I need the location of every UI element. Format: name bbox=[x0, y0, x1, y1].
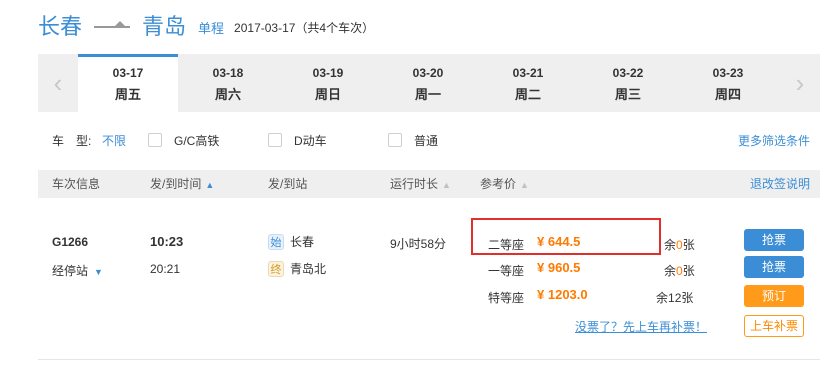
stops-label: 经停站 bbox=[52, 264, 89, 278]
filter-option-d[interactable]: D动车 bbox=[268, 132, 388, 149]
date-tab-0320[interactable]: 03-20 周一 bbox=[378, 54, 478, 112]
date-tab-0323[interactable]: 03-23 周四 bbox=[678, 54, 778, 112]
date-label: 03-18 bbox=[212, 66, 244, 80]
trip-info: 2017-03-17（共4个车次） bbox=[234, 20, 375, 35]
from-city: 长春 bbox=[38, 14, 83, 39]
chevron-left-icon[interactable]: ‹ bbox=[40, 54, 76, 112]
to-city: 青岛 bbox=[142, 14, 187, 39]
sort-icon: ▲ bbox=[442, 180, 451, 190]
train-type-filter: 车 型: 不限 G/C高铁 D动车 普通 更多筛选条件 bbox=[38, 128, 820, 152]
date-tab-0319[interactable]: 03-19 周日 bbox=[278, 54, 378, 112]
col-time[interactable]: 发/到时间 ▲ bbox=[150, 170, 214, 199]
remain-count: 0 bbox=[676, 238, 683, 252]
seat-class: 特等座 bbox=[488, 291, 525, 305]
checkbox[interactable] bbox=[148, 133, 162, 147]
filter-option-normal[interactable]: 普通 bbox=[388, 132, 508, 149]
weekday-label: 周五 bbox=[114, 87, 141, 102]
arrival-station: 终青岛北 bbox=[268, 260, 326, 277]
date-label: 03-21 bbox=[512, 66, 544, 80]
remain-count: 12 bbox=[668, 291, 682, 305]
weekday-label: 周日 bbox=[314, 87, 341, 102]
filter-all-link[interactable]: 不限 bbox=[102, 132, 148, 149]
train-number: G1266 bbox=[52, 235, 89, 249]
date-tab-0317[interactable]: 03-17 周五 bbox=[78, 54, 178, 112]
price-value: 1203.0 bbox=[547, 287, 588, 302]
date-label: 03-19 bbox=[312, 66, 344, 80]
remain-prefix: 余 bbox=[664, 238, 677, 252]
weekday-label: 周六 bbox=[214, 87, 241, 102]
date-label: 03-17 bbox=[112, 66, 144, 80]
refund-policy-link[interactable]: 退改签说明 bbox=[750, 170, 810, 198]
table-header: 车次信息 发/到时间 ▲ 发/到站 运行时长 ▲ 参考价 ▲ 退改签说明 bbox=[38, 170, 820, 198]
weekday-label: 周三 bbox=[614, 87, 641, 102]
date-tab-0322[interactable]: 03-22 周三 bbox=[578, 54, 678, 112]
book-button[interactable]: 预订 bbox=[744, 285, 804, 307]
weekday-label: 周一 bbox=[414, 87, 441, 102]
price-value: 960.5 bbox=[547, 260, 581, 275]
remain-prefix: 余 bbox=[656, 291, 669, 305]
col-price-label: 参考价 bbox=[480, 177, 517, 191]
route-arrow-icon bbox=[94, 21, 131, 28]
sort-up-icon: ▲ bbox=[205, 180, 215, 190]
trip-type-link[interactable]: 单程 bbox=[198, 18, 224, 37]
highlight-box bbox=[471, 218, 661, 255]
stops-dropdown[interactable]: 经停站 ▼ bbox=[52, 262, 103, 279]
remain-suffix: 张 bbox=[682, 238, 695, 252]
filter-label: 车 型: bbox=[52, 133, 92, 148]
caret-down-icon: ▼ bbox=[94, 267, 103, 277]
remain-suffix: 张 bbox=[682, 264, 695, 278]
route-header: 长春 青岛 单程 2017-03-17（共4个车次） bbox=[38, 8, 374, 42]
col-duration[interactable]: 运行时长 ▲ bbox=[390, 170, 451, 199]
end-station-tag: 终 bbox=[268, 261, 284, 277]
option-label: 普通 bbox=[414, 133, 439, 148]
col-station: 发/到站 bbox=[268, 177, 308, 191]
seat-class: 一等座 bbox=[488, 264, 525, 278]
remain-suffix: 张 bbox=[681, 291, 694, 305]
currency: ¥ bbox=[537, 260, 545, 275]
seat-remaining: 余0张 bbox=[664, 262, 695, 279]
arrival-time: 20:21 bbox=[150, 262, 181, 276]
seat-price: ¥ 1203.0 bbox=[537, 287, 588, 302]
col-duration-label: 运行时长 bbox=[390, 177, 439, 191]
departure-station: 始长春 bbox=[268, 233, 314, 250]
date-label: 03-23 bbox=[712, 66, 744, 80]
sort-icon: ▲ bbox=[520, 180, 529, 190]
date-tab-0318[interactable]: 03-18 周六 bbox=[178, 54, 278, 112]
checkbox[interactable] bbox=[388, 133, 402, 147]
more-filters-link[interactable]: 更多筛选条件 bbox=[738, 132, 810, 149]
date-tab-0321[interactable]: 03-21 周二 bbox=[478, 54, 578, 112]
col-time-label: 发/到时间 bbox=[150, 177, 202, 191]
seat-remaining: 余12张 bbox=[656, 289, 693, 306]
weekday-label: 周四 bbox=[714, 87, 741, 102]
no-ticket-link[interactable]: 没票了？先上车再补票！ bbox=[575, 318, 707, 335]
weekday-label: 周二 bbox=[514, 87, 541, 102]
start-station-tag: 始 bbox=[268, 234, 284, 250]
chevron-right-icon[interactable]: › bbox=[782, 54, 818, 112]
currency: ¥ bbox=[537, 287, 545, 302]
date-label: 03-20 bbox=[412, 66, 444, 80]
checkbox[interactable] bbox=[268, 133, 282, 147]
train-row: G1266 经停站 ▼ 10:23 20:21 始长春 终青岛北 9小时58分 二… bbox=[38, 198, 820, 360]
arrival-station-name: 青岛北 bbox=[290, 262, 327, 276]
filter-option-gc[interactable]: G/C高铁 bbox=[148, 132, 268, 149]
departure-station-name: 长春 bbox=[290, 235, 315, 249]
option-label: D动车 bbox=[294, 133, 327, 148]
duration: 9小时58分 bbox=[390, 237, 447, 251]
seat-price: ¥ 960.5 bbox=[537, 260, 580, 275]
remain-prefix: 余 bbox=[664, 264, 677, 278]
seat-remaining: 余0张 bbox=[664, 236, 695, 253]
col-price[interactable]: 参考价 ▲ bbox=[480, 170, 529, 199]
board-then-buy-button[interactable]: 上车补票 bbox=[744, 315, 804, 337]
col-train-info: 车次信息 bbox=[52, 177, 101, 191]
date-label: 03-22 bbox=[612, 66, 644, 80]
departure-time: 10:23 bbox=[150, 234, 184, 249]
date-selector: ‹ 03-17 周五 03-18 周六 03-19 周日 03-20 周一 03… bbox=[38, 54, 820, 112]
grab-ticket-button[interactable]: 抢票 bbox=[744, 256, 804, 278]
grab-ticket-button[interactable]: 抢票 bbox=[744, 229, 804, 251]
option-label: G/C高铁 bbox=[174, 133, 220, 148]
remain-count: 0 bbox=[676, 264, 683, 278]
